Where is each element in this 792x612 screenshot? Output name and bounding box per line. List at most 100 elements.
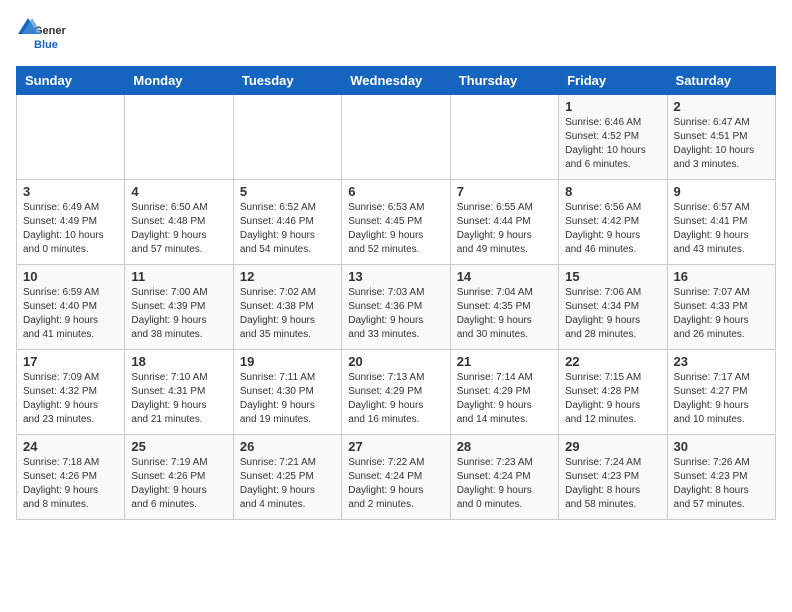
day-info: Sunrise: 7:18 AM Sunset: 4:26 PM Dayligh… — [23, 456, 118, 512]
day-number: 30 — [674, 439, 769, 454]
calendar-cell — [450, 95, 558, 180]
calendar-cell: 21Sunrise: 7:14 AM Sunset: 4:29 PM Dayli… — [450, 350, 558, 435]
day-number: 19 — [240, 354, 335, 369]
calendar-cell — [125, 95, 233, 180]
day-info: Sunrise: 7:19 AM Sunset: 4:26 PM Dayligh… — [131, 456, 226, 512]
day-info: Sunrise: 7:09 AM Sunset: 4:32 PM Dayligh… — [23, 371, 118, 427]
day-info: Sunrise: 7:22 AM Sunset: 4:24 PM Dayligh… — [348, 456, 443, 512]
day-info: Sunrise: 7:00 AM Sunset: 4:39 PM Dayligh… — [131, 286, 226, 342]
day-info: Sunrise: 7:13 AM Sunset: 4:29 PM Dayligh… — [348, 371, 443, 427]
header-sunday: Sunday — [17, 67, 125, 95]
day-number: 9 — [674, 184, 769, 199]
day-number: 28 — [457, 439, 552, 454]
day-number: 25 — [131, 439, 226, 454]
week-row-3: 10Sunrise: 6:59 AM Sunset: 4:40 PM Dayli… — [17, 265, 776, 350]
header-thursday: Thursday — [450, 67, 558, 95]
header-row: SundayMondayTuesdayWednesdayThursdayFrid… — [17, 67, 776, 95]
day-info: Sunrise: 6:53 AM Sunset: 4:45 PM Dayligh… — [348, 201, 443, 257]
day-number: 4 — [131, 184, 226, 199]
calendar-cell — [342, 95, 450, 180]
day-number: 22 — [565, 354, 660, 369]
day-info: Sunrise: 6:56 AM Sunset: 4:42 PM Dayligh… — [565, 201, 660, 257]
calendar-cell: 1 Sunrise: 6:46 AM Sunset: 4:52 PM Daylig… — [559, 95, 667, 180]
day-info: Sunrise: 7:10 AM Sunset: 4:31 PM Dayligh… — [131, 371, 226, 427]
day-number: 11 — [131, 269, 226, 284]
day-number: 8 — [565, 184, 660, 199]
logo-svg: General Blue — [16, 16, 66, 56]
header-monday: Monday — [125, 67, 233, 95]
day-number: 14 — [457, 269, 552, 284]
day-info: Sunrise: 7:03 AM Sunset: 4:36 PM Dayligh… — [348, 286, 443, 342]
day-info: Sunrise: 7:23 AM Sunset: 4:24 PM Dayligh… — [457, 456, 552, 512]
calendar-cell — [17, 95, 125, 180]
day-info: Sunrise: 7:15 AM Sunset: 4:28 PM Dayligh… — [565, 371, 660, 427]
day-info: Sunrise: 7:11 AM Sunset: 4:30 PM Dayligh… — [240, 371, 335, 427]
day-number: 17 — [23, 354, 118, 369]
day-number: 6 — [348, 184, 443, 199]
day-info: Sunrise: 7:26 AM Sunset: 4:23 PM Dayligh… — [674, 456, 769, 512]
calendar-cell: 28 Sunrise: 7:23 AM Sunset: 4:24 PM Dayli… — [450, 435, 558, 520]
day-number: 15 — [565, 269, 660, 284]
calendar-cell: 12Sunrise: 7:02 AM Sunset: 4:38 PM Dayli… — [233, 265, 341, 350]
day-info: Sunrise: 6:47 AM Sunset: 4:51 PM Dayligh… — [674, 116, 769, 172]
calendar-cell: 24 Sunrise: 7:18 AM Sunset: 4:26 PM Dayli… — [17, 435, 125, 520]
header-saturday: Saturday — [667, 67, 775, 95]
day-info: Sunrise: 7:21 AM Sunset: 4:25 PM Dayligh… — [240, 456, 335, 512]
calendar-cell: 5Sunrise: 6:52 AM Sunset: 4:46 PM Daylig… — [233, 180, 341, 265]
svg-text:Blue: Blue — [34, 39, 58, 51]
calendar-cell: 25 Sunrise: 7:19 AM Sunset: 4:26 PM Dayli… — [125, 435, 233, 520]
calendar-table: SundayMondayTuesdayWednesdayThursdayFrid… — [16, 66, 776, 520]
day-info: Sunrise: 6:57 AM Sunset: 4:41 PM Dayligh… — [674, 201, 769, 257]
calendar-cell: 20 Sunrise: 7:13 AM Sunset: 4:29 PM Dayli… — [342, 350, 450, 435]
day-info: Sunrise: 6:59 AM Sunset: 4:40 PM Dayligh… — [23, 286, 118, 342]
week-row-4: 17 Sunrise: 7:09 AM Sunset: 4:32 PM Dayli… — [17, 350, 776, 435]
calendar-cell: 8 Sunrise: 6:56 AM Sunset: 4:42 PM Daylig… — [559, 180, 667, 265]
calendar-cell: 4 Sunrise: 6:50 AM Sunset: 4:48 PM Daylig… — [125, 180, 233, 265]
day-number: 13 — [348, 269, 443, 284]
calendar-cell: 3 Sunrise: 6:49 AM Sunset: 4:49 PM Daylig… — [17, 180, 125, 265]
day-number: 26 — [240, 439, 335, 454]
header-tuesday: Tuesday — [233, 67, 341, 95]
day-number: 24 — [23, 439, 118, 454]
calendar-cell: 10Sunrise: 6:59 AM Sunset: 4:40 PM Dayli… — [17, 265, 125, 350]
calendar-cell: 6 Sunrise: 6:53 AM Sunset: 4:45 PM Daylig… — [342, 180, 450, 265]
calendar-cell: 22 Sunrise: 7:15 AM Sunset: 4:28 PM Dayli… — [559, 350, 667, 435]
day-number: 3 — [23, 184, 118, 199]
day-number: 2 — [674, 99, 769, 114]
day-number: 20 — [348, 354, 443, 369]
calendar-cell: 30 Sunrise: 7:26 AM Sunset: 4:23 PM Dayli… — [667, 435, 775, 520]
day-number: 21 — [457, 354, 552, 369]
week-row-2: 3 Sunrise: 6:49 AM Sunset: 4:49 PM Daylig… — [17, 180, 776, 265]
calendar-cell: 29Sunrise: 7:24 AM Sunset: 4:23 PM Dayli… — [559, 435, 667, 520]
day-info: Sunrise: 6:49 AM Sunset: 4:49 PM Dayligh… — [23, 201, 118, 257]
day-info: Sunrise: 6:55 AM Sunset: 4:44 PM Dayligh… — [457, 201, 552, 257]
day-number: 5 — [240, 184, 335, 199]
day-info: Sunrise: 6:50 AM Sunset: 4:48 PM Dayligh… — [131, 201, 226, 257]
calendar-cell: 13 Sunrise: 7:03 AM Sunset: 4:36 PM Dayli… — [342, 265, 450, 350]
header-friday: Friday — [559, 67, 667, 95]
day-info: Sunrise: 7:24 AM Sunset: 4:23 PM Dayligh… — [565, 456, 660, 512]
calendar-cell: 27 Sunrise: 7:22 AM Sunset: 4:24 PM Dayli… — [342, 435, 450, 520]
calendar-cell: 14 Sunrise: 7:04 AM Sunset: 4:35 PM Dayli… — [450, 265, 558, 350]
header-wednesday: Wednesday — [342, 67, 450, 95]
day-number: 1 — [565, 99, 660, 114]
calendar-cell: 23 Sunrise: 7:17 AM Sunset: 4:27 PM Dayli… — [667, 350, 775, 435]
week-row-1: 1 Sunrise: 6:46 AM Sunset: 4:52 PM Daylig… — [17, 95, 776, 180]
day-info: Sunrise: 7:04 AM Sunset: 4:35 PM Dayligh… — [457, 286, 552, 342]
calendar-cell: 15Sunrise: 7:06 AM Sunset: 4:34 PM Dayli… — [559, 265, 667, 350]
day-info: Sunrise: 6:46 AM Sunset: 4:52 PM Dayligh… — [565, 116, 660, 172]
day-number: 27 — [348, 439, 443, 454]
week-row-5: 24 Sunrise: 7:18 AM Sunset: 4:26 PM Dayli… — [17, 435, 776, 520]
day-info: Sunrise: 7:07 AM Sunset: 4:33 PM Dayligh… — [674, 286, 769, 342]
day-number: 23 — [674, 354, 769, 369]
calendar-cell: 17 Sunrise: 7:09 AM Sunset: 4:32 PM Dayli… — [17, 350, 125, 435]
calendar-cell: 16 Sunrise: 7:07 AM Sunset: 4:33 PM Dayli… — [667, 265, 775, 350]
day-number: 18 — [131, 354, 226, 369]
day-number: 16 — [674, 269, 769, 284]
logo: General Blue — [16, 16, 66, 56]
page-header: General Blue — [16, 16, 776, 56]
calendar-cell: 9 Sunrise: 6:57 AM Sunset: 4:41 PM Daylig… — [667, 180, 775, 265]
day-number: 7 — [457, 184, 552, 199]
day-info: Sunrise: 7:02 AM Sunset: 4:38 PM Dayligh… — [240, 286, 335, 342]
day-info: Sunrise: 7:17 AM Sunset: 4:27 PM Dayligh… — [674, 371, 769, 427]
